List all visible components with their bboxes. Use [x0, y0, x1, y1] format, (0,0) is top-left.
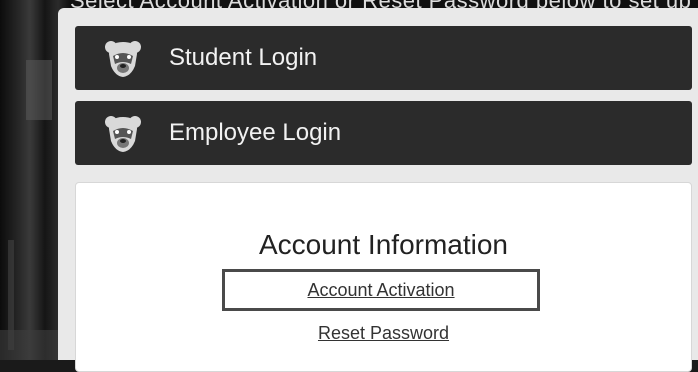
employee-login-button[interactable]: Employee Login	[75, 101, 692, 165]
reset-password-link[interactable]: Reset Password	[318, 323, 449, 343]
reset-password-container: Reset Password	[76, 323, 691, 344]
account-activation-link[interactable]: Account Activation	[307, 280, 454, 301]
student-login-button[interactable]: Student Login	[75, 26, 692, 90]
account-information-card: Account Information Account Activation R…	[75, 182, 692, 372]
bear-icon	[101, 36, 145, 80]
account-activation-highlight: Account Activation	[222, 269, 540, 311]
account-information-title: Account Information	[258, 229, 509, 260]
employee-login-label: Employee Login	[169, 119, 342, 146]
student-login-label: Student Login	[169, 44, 318, 71]
background-detail	[0, 330, 60, 360]
login-panel: Student Login Employee Login Account Inf…	[58, 8, 698, 372]
page-instructions: Select Account Activation or Reset Passw…	[70, 0, 698, 8]
background-detail	[26, 60, 52, 120]
bear-icon	[101, 111, 145, 155]
